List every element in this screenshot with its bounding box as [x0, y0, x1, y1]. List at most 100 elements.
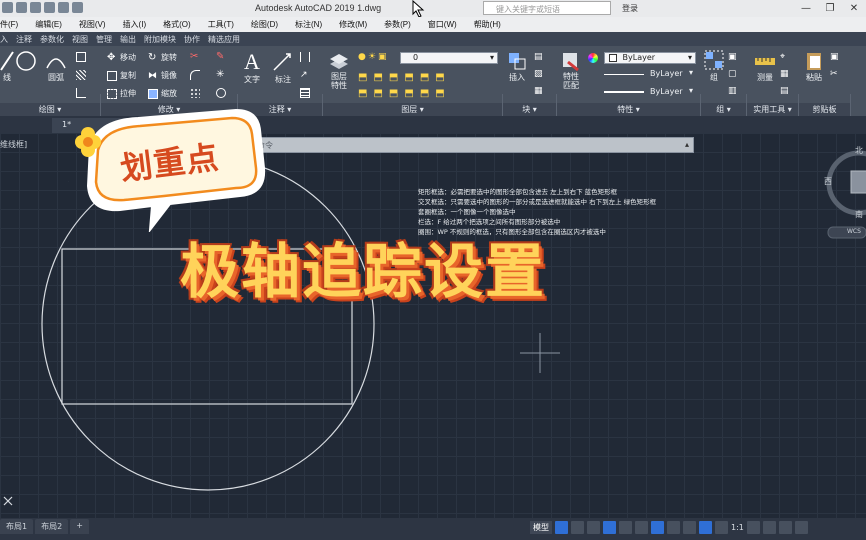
minimize-button[interactable]: — [794, 0, 818, 17]
save-as-icon[interactable] [30, 2, 41, 13]
array-button[interactable] [190, 88, 200, 98]
layer-tool-icon[interactable]: ⬒ [435, 72, 444, 83]
color-wheel-icon[interactable] [588, 53, 598, 63]
group-edit-icon[interactable]: ▢ [728, 69, 737, 79]
erase-button[interactable]: ✎ [216, 52, 226, 62]
edit-block-icon[interactable]: ▧ [534, 69, 543, 79]
copy-clip-icon[interactable]: ▣ [830, 52, 839, 62]
menu-modify[interactable]: 修改(M) [339, 17, 367, 32]
grid-icon[interactable] [555, 521, 568, 534]
tab-parametric[interactable]: 参数化 [40, 32, 72, 46]
point-style-icon[interactable]: ▦ [780, 69, 789, 79]
tab-featured-apps[interactable]: 精选应用 [208, 32, 248, 46]
menu-tools[interactable]: 工具(T) [208, 17, 234, 32]
quick-select-icon[interactable]: ⌖ [780, 52, 789, 62]
isodraft-icon[interactable] [619, 521, 632, 534]
trim-button[interactable]: ✂ [190, 52, 200, 62]
color-dropdown[interactable]: ByLayer ▾ [604, 52, 696, 64]
layer-tool-icon[interactable]: ⬒ [373, 88, 382, 99]
viewcube[interactable]: 北 西 南 WCS [823, 143, 866, 243]
tab-collaborate[interactable]: 协作 [184, 32, 208, 46]
menu-icon[interactable] [794, 521, 808, 534]
object-snap-icon[interactable] [651, 521, 664, 534]
linear-dim-button[interactable] [300, 52, 310, 62]
layer-tool-icon[interactable]: ⬒ [389, 88, 398, 99]
measure-button[interactable]: 测量 [754, 50, 776, 83]
maximize-button[interactable]: ❐ [818, 0, 842, 17]
cut-icon[interactable]: ✂ [830, 69, 839, 79]
annotation-scale-icon[interactable] [715, 521, 728, 534]
paste-button[interactable]: 粘贴 [804, 50, 824, 83]
scale-button[interactable]: 缩放 [148, 88, 177, 99]
menu-format[interactable]: 格式(O) [163, 17, 191, 32]
plus-icon[interactable] [762, 521, 776, 534]
sign-in-link[interactable]: 登录 [622, 3, 638, 14]
chevron-up-icon[interactable]: ▴ [685, 140, 689, 149]
move-button[interactable]: ✥ 移动 [107, 52, 136, 63]
layer-tool-icon[interactable]: ⬒ [435, 88, 444, 99]
panel-footer-groups[interactable]: 组 ▾ [701, 103, 746, 116]
tab-manage[interactable]: 管理 [96, 32, 120, 46]
transparency-icon[interactable] [683, 521, 696, 534]
lineweight-dropdown[interactable]: ByLayer ▾ [604, 86, 696, 98]
lineweight-icon[interactable] [667, 521, 680, 534]
ungroup-icon[interactable]: ▣ [728, 52, 737, 62]
layer-tool-icon[interactable]: ⬒ [389, 72, 398, 83]
panel-footer-layers[interactable]: 图层 ▾ [323, 103, 502, 116]
annotation-scale-value[interactable]: 1:1 [731, 523, 744, 532]
panel-footer-clipboard[interactable]: 剪贴板 [799, 103, 850, 116]
menu-view[interactable]: 视图(V) [79, 17, 106, 32]
polar-tracking-icon[interactable] [603, 521, 616, 534]
layer-tool-icon[interactable]: ⬒ [358, 72, 367, 83]
calculator-icon[interactable]: ▤ [780, 86, 789, 96]
help-search-input[interactable]: 键入关键字或短语 [483, 1, 611, 15]
annotation-visibility-icon[interactable] [699, 521, 712, 534]
layer-dropdown[interactable]: 0 ▾ [400, 52, 498, 64]
model-space-button[interactable]: 模型 [530, 521, 552, 534]
polyline-tool-button[interactable] [76, 88, 86, 98]
layer-tool-icon[interactable]: ⬒ [404, 72, 413, 83]
explode-button[interactable]: ✳ [216, 70, 226, 80]
customize-icon[interactable] [778, 521, 792, 534]
menu-insert[interactable]: 插入(I) [123, 17, 147, 32]
offset-button[interactable] [216, 88, 226, 98]
hatch-tool-button[interactable] [76, 70, 86, 80]
rectangle-tool-button[interactable] [76, 52, 86, 62]
stretch-button[interactable]: 拉伸 [107, 88, 136, 99]
close-button[interactable]: ✕ [842, 0, 866, 17]
fillet-button[interactable] [190, 70, 200, 80]
group-select-icon[interactable]: ▥ [728, 86, 737, 96]
ortho-icon[interactable] [587, 521, 600, 534]
panel-footer-utilities[interactable]: 实用工具 ▾ [747, 103, 798, 116]
gear-icon[interactable] [746, 521, 760, 534]
menu-file[interactable]: 件(F) [0, 17, 18, 32]
add-layout-button[interactable]: + [70, 519, 89, 534]
match-properties-button[interactable]: 特性匹配 [560, 50, 582, 90]
tab-view[interactable]: 视图 [72, 32, 96, 46]
attribute-icon[interactable]: ▦ [534, 86, 543, 96]
layer-tool-icon[interactable]: ⬒ [420, 88, 429, 99]
insert-block-button[interactable]: 插入 [506, 50, 528, 83]
layer-properties-button[interactable]: 图层特性 [328, 50, 350, 90]
table-button[interactable] [300, 88, 310, 98]
object-snap-tracking-icon[interactable] [635, 521, 648, 534]
layer-tool-icon[interactable]: ⬒ [404, 88, 413, 99]
undo-icon[interactable] [58, 2, 69, 13]
tab-insert[interactable]: 入 [0, 32, 16, 46]
menu-edit[interactable]: 编辑(E) [35, 17, 62, 32]
layout-tab-2[interactable]: 布局2 [35, 519, 69, 534]
circle-tool-button[interactable] [14, 50, 38, 72]
command-line[interactable]: 键入命令 ▴ [232, 137, 694, 153]
wcs-button[interactable]: WCS [847, 228, 861, 235]
menu-help[interactable]: 帮助(H) [474, 17, 501, 32]
layer-tool-icon[interactable]: ⬒ [373, 72, 382, 83]
arc-tool-button[interactable]: 圆弧 [44, 50, 68, 83]
group-button[interactable]: 组 [704, 50, 724, 83]
panel-footer-properties[interactable]: 特性 ▾ [557, 103, 700, 116]
snap-icon[interactable] [571, 521, 584, 534]
text-tool-button[interactable]: A 文字 [244, 50, 260, 85]
menu-parametric[interactable]: 参数(P) [384, 17, 411, 32]
save-icon[interactable] [16, 2, 27, 13]
mirror-button[interactable]: ⧓ 镜像 [148, 70, 177, 81]
tab-output[interactable]: 输出 [120, 32, 144, 46]
